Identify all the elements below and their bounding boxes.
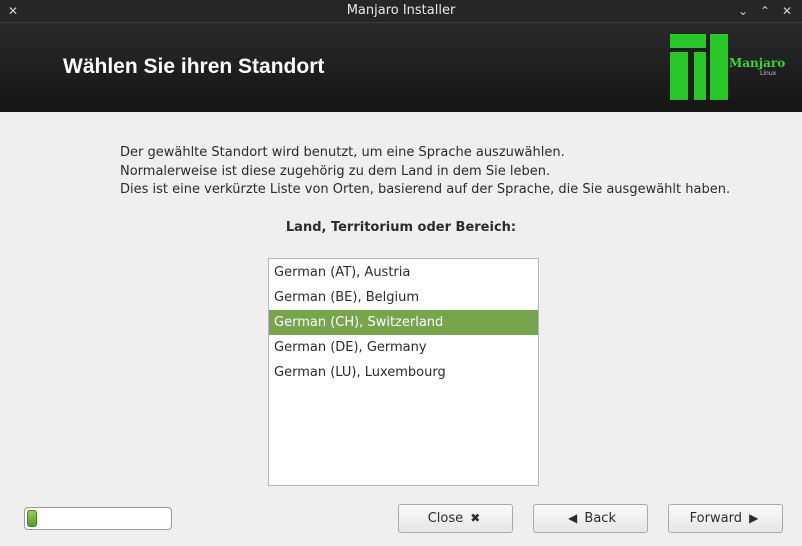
maximize-chevron-up-icon[interactable]: ⌃	[756, 2, 774, 20]
back-button-label: Back	[584, 511, 616, 526]
minimize-chevron-down-icon[interactable]: ⌄	[734, 2, 752, 20]
forward-button-label: Forward	[689, 511, 742, 526]
logo-gap	[706, 34, 710, 100]
progress-fill	[27, 510, 37, 527]
close-button[interactable]: Close ✖	[398, 504, 513, 533]
logo-gap	[688, 52, 694, 100]
page-title: Wählen Sie ihren Standort	[63, 55, 325, 78]
back-button[interactable]: ◀ Back	[533, 504, 648, 533]
description-line: Der gewählte Standort wird benutzt, um e…	[120, 145, 565, 160]
window-titlebar[interactable]: ✕ Manjaro Installer ⌄ ⌃ ✕	[0, 0, 802, 22]
manjaro-logo: Manjaro Linux	[670, 34, 785, 100]
location-list[interactable]: German (AT), Austria German (BE), Belgiu…	[268, 258, 539, 486]
location-item[interactable]: German (BE), Belgium	[269, 285, 538, 310]
close-icon: ✖	[470, 511, 481, 525]
logo-gap	[670, 48, 706, 52]
description: Der gewählte Standort wird benutzt, um e…	[120, 144, 760, 200]
description-line: Dies ist eine verkürzte Liste von Orten,…	[120, 182, 731, 197]
arrow-right-icon: ▶	[749, 511, 759, 525]
location-list-label: Land, Territorium oder Bereich:	[285, 220, 517, 235]
arrow-left-icon: ◀	[568, 511, 578, 525]
logo-sub: Linux	[760, 70, 777, 77]
install-progress-bar	[24, 507, 172, 530]
location-item[interactable]: German (LU), Luxembourg	[269, 360, 538, 385]
window-close-icon[interactable]: ✕	[778, 2, 796, 20]
description-line: Normalerweise ist diese zugehörig zu dem…	[120, 163, 551, 179]
window-title: Manjaro Installer	[346, 3, 456, 18]
location-item[interactable]: German (CH), Switzerland	[269, 310, 538, 335]
forward-button[interactable]: Forward ▶	[668, 504, 783, 533]
manjaro-logo-mark	[670, 34, 728, 100]
location-item[interactable]: German (DE), Germany	[269, 335, 538, 360]
location-item[interactable]: German (AT), Austria	[269, 260, 538, 285]
close-button-label: Close	[427, 511, 464, 526]
logo-word: Manjaro	[729, 56, 786, 70]
